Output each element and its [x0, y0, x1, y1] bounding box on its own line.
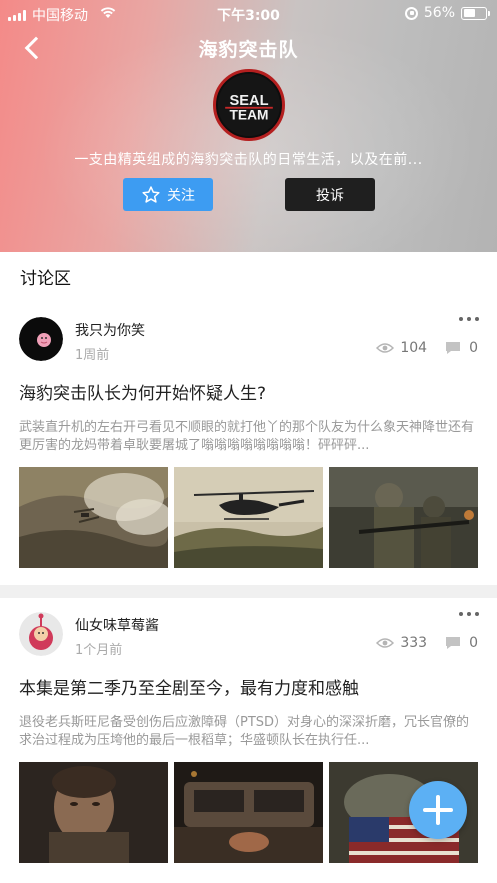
post-card[interactable]: 我只为你笑 1周前 104 0 海豹突击队长为何开始怀疑人生? 武装直升机的左右…	[0, 303, 497, 585]
comment-icon	[446, 637, 461, 649]
view-count: 333	[400, 635, 428, 651]
star-icon	[142, 185, 160, 203]
eye-icon	[376, 638, 395, 648]
post-excerpt: 退役老兵斯旺尼备受创伤后应激障碍（PTSD）对身心的深深折磨，冗长官僚的求治过程…	[19, 715, 470, 748]
post-divider	[0, 585, 497, 598]
page-title: 海豹突击队	[198, 39, 299, 61]
page: 中国移动 下午3:00 56% 海豹突击队 SEAL TEAM 一支由精英组成的…	[0, 0, 497, 883]
more-icon[interactable]	[459, 317, 479, 321]
status-bar: 中国移动 下午3:00 56%	[0, 0, 497, 26]
post-image-soldiers[interactable]	[329, 467, 478, 568]
group-header: 中国移动 下午3:00 56% 海豹突击队 SEAL TEAM 一支由精英组成的…	[0, 0, 497, 252]
post-author[interactable]: 我只为你笑	[75, 320, 145, 340]
more-icon[interactable]	[459, 612, 479, 616]
report-button[interactable]: 投诉	[285, 178, 375, 211]
post-stats: 333 0	[376, 635, 478, 651]
post-time: 1个月前	[75, 643, 123, 658]
status-right: 56%	[404, 5, 490, 21]
post-author[interactable]: 仙女味草莓酱	[75, 615, 159, 635]
view-count: 104	[400, 340, 428, 356]
post-images	[19, 467, 478, 568]
comment-icon	[446, 342, 461, 354]
orientation-lock-icon	[404, 6, 418, 20]
logo-text-seal: SEAL	[229, 93, 268, 109]
group-description: 一支由精英组成的海豹突击队的日常生活，以及在前...	[74, 152, 423, 168]
comment-count: 0	[469, 340, 478, 356]
report-label: 投诉	[316, 187, 344, 204]
post-title[interactable]: 海豹突击队长为何开始怀疑人生?	[19, 379, 266, 404]
post-image-helicopter[interactable]	[174, 467, 323, 568]
post-time: 1周前	[75, 348, 110, 363]
post-stats: 104 0	[376, 340, 478, 356]
add-post-button[interactable]	[409, 781, 467, 839]
avatar[interactable]	[19, 612, 63, 656]
group-logo: SEAL TEAM	[213, 69, 285, 141]
post-excerpt: 武装直升机的左右开弓看见不顺眼的就打他丫的那个队友为什么象天神降世还有更厉害的龙…	[19, 420, 475, 453]
post-title[interactable]: 本集是第二季乃至全剧至今，最有力度和感触	[19, 674, 359, 699]
follow-button[interactable]: 关注	[123, 178, 213, 211]
post-image-face[interactable]	[19, 762, 168, 863]
follow-label: 关注	[167, 187, 195, 204]
post-image-truck[interactable]	[174, 762, 323, 863]
post-image-canyon[interactable]	[19, 467, 168, 568]
battery-icon	[461, 6, 490, 20]
comment-count: 0	[469, 635, 478, 651]
section-title: 讨论区	[20, 269, 71, 289]
avatar[interactable]	[19, 317, 63, 361]
battery-percent: 56%	[423, 5, 455, 21]
post-card[interactable]: 仙女味草莓酱 1个月前 333 0 本集是第二季乃至全剧至今，最有力度和感触 退…	[0, 598, 497, 883]
eye-icon	[376, 343, 395, 353]
logo-text-team: TEAM	[230, 108, 269, 123]
